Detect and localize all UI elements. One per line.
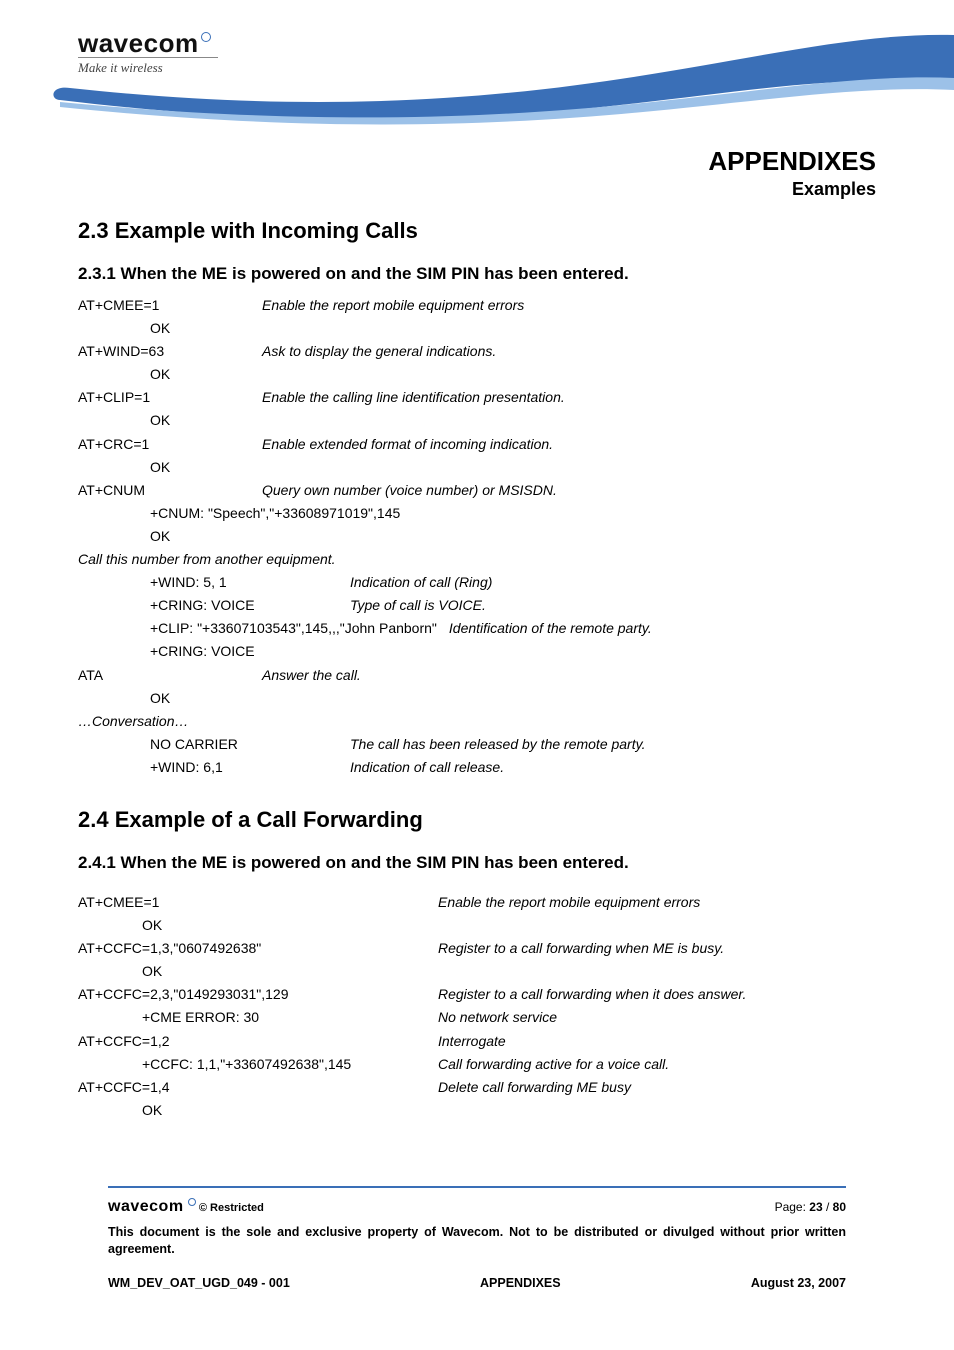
table-row: +CME ERROR: 30No network service <box>78 1006 876 1029</box>
s23-block2: +WIND: 5, 1Indication of call (Ring)+CRI… <box>78 571 876 663</box>
table-row: +WIND: 5, 1Indication of call (Ring) <box>78 571 876 594</box>
ata-desc: Answer the call. <box>262 664 876 687</box>
footer-date: August 23, 2007 <box>751 1276 846 1290</box>
s23-block1: AT+CMEE=1Enable the report mobile equipm… <box>78 294 876 548</box>
content: APPENDIXES Examples 2.3 Example with Inc… <box>78 140 876 1122</box>
table-row: AT+CMEE=1Enable the report mobile equipm… <box>78 891 876 914</box>
table-row: AT+WIND=63Ask to display the general ind… <box>78 340 876 363</box>
footer-restricted: © Restricted <box>199 1202 264 1214</box>
footer-rule <box>108 1186 846 1188</box>
table-row: NO CARRIERThe call has been released by … <box>78 733 876 756</box>
table-row: OK <box>78 914 876 937</box>
table-row: +CCFC: 1,1,"+33607492638",145Call forwar… <box>78 1053 876 1076</box>
table-row: OK <box>78 363 876 386</box>
table-row: AT+CCFC=1,4Delete call forwarding ME bus… <box>78 1076 876 1099</box>
table-row: AT+CCFC=1,3,"0607492638"Register to a ca… <box>78 937 876 960</box>
logo-text: wavecom <box>78 28 199 58</box>
page: wavecom Make it wireless APPENDIXES Exam… <box>0 0 954 1350</box>
table-row: OK <box>78 960 876 983</box>
s23-block3: OK <box>78 687 876 710</box>
section-2-3-title: 2.3 Example with Incoming Calls <box>78 218 876 244</box>
s23-ata-row: ATA Answer the call. <box>78 664 876 687</box>
table-row: AT+CCFC=2,3,"0149293031",129Register to … <box>78 983 876 1006</box>
header: wavecom Make it wireless <box>0 0 954 140</box>
ata-cmd: ATA <box>78 664 262 687</box>
footer: wavecom © Restricted Page: 23 / 80 This … <box>108 1186 846 1290</box>
footer-line1: wavecom © Restricted Page: 23 / 80 <box>108 1198 846 1216</box>
footer-logo-ring-icon <box>188 1198 196 1206</box>
table-row: +WIND: 6,1Indication of call release. <box>78 756 876 779</box>
logo-tagline: Make it wireless <box>78 57 218 76</box>
chapter-subtitle: Examples <box>78 179 876 200</box>
table-row: +CRING: VOICE <box>78 640 876 663</box>
table-row: OK <box>78 409 876 432</box>
footer-line2: WM_DEV_OAT_UGD_049 - 001 APPENDIXES Augu… <box>108 1276 846 1290</box>
s23-note1: Call this number from another equipment. <box>78 548 876 571</box>
table-row: AT+CNUMQuery own number (voice number) o… <box>78 479 876 502</box>
s23-note2: …Conversation… <box>78 710 876 733</box>
table-row: OK <box>78 317 876 340</box>
section-2-3-1-title: 2.3.1 When the ME is powered on and the … <box>78 264 876 284</box>
footer-page: Page: 23 / 80 <box>775 1200 846 1214</box>
chapter-title: APPENDIXES <box>78 146 876 177</box>
footer-disclaimer: This document is the sole and exclusive … <box>108 1224 846 1258</box>
table-row: AT+CMEE=1Enable the report mobile equipm… <box>78 294 876 317</box>
footer-docid: WM_DEV_OAT_UGD_049 - 001 <box>108 1276 290 1290</box>
logo-block: wavecom Make it wireless <box>78 28 218 76</box>
table-row: +CNUM: "Speech","+33608971019",145 <box>78 502 876 525</box>
s23-block4: NO CARRIERThe call has been released by … <box>78 733 876 779</box>
table-row: OK <box>78 456 876 479</box>
s24-block: AT+CMEE=1Enable the report mobile equipm… <box>78 891 876 1122</box>
logo-ring-icon <box>201 32 211 42</box>
section-2-4-title: 2.4 Example of a Call Forwarding <box>78 807 876 833</box>
table-row: AT+CLIP=1Enable the calling line identif… <box>78 386 876 409</box>
table-row: OK <box>78 687 876 710</box>
footer-center: APPENDIXES <box>480 1276 561 1290</box>
section-2-4-1-title: 2.4.1 When the ME is powered on and the … <box>78 853 876 873</box>
table-row: OK <box>78 1099 876 1122</box>
table-row: AT+CRC=1Enable extended format of incomi… <box>78 433 876 456</box>
table-row: +CLIP: "+33607103543",145,,,"John Panbor… <box>78 617 876 640</box>
footer-logo: wavecom <box>108 1198 184 1216</box>
logo-wordmark: wavecom <box>78 28 218 59</box>
table-row: OK <box>78 525 876 548</box>
table-row: AT+CCFC=1,2Interrogate <box>78 1030 876 1053</box>
table-row: +CRING: VOICEType of call is VOICE. <box>78 594 876 617</box>
